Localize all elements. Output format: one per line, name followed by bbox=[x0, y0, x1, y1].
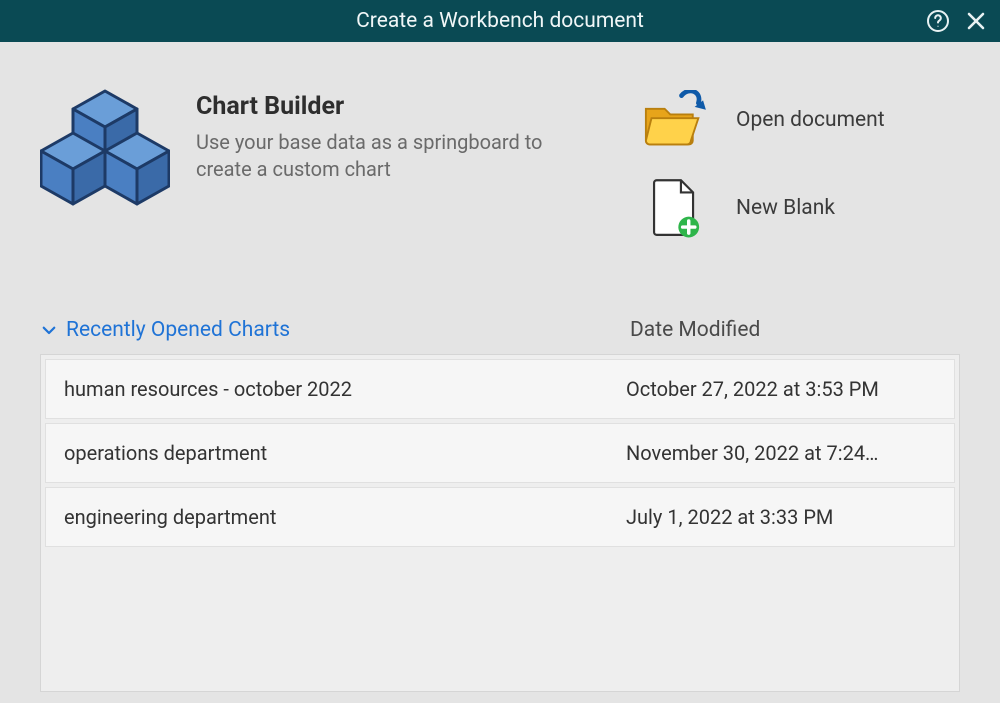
chevron-down-icon bbox=[40, 321, 58, 339]
recent-row[interactable]: operations department November 30, 2022 … bbox=[45, 423, 955, 483]
recent-heading-label: Recently Opened Charts bbox=[66, 318, 290, 342]
recent-section: Recently Opened Charts Date Modified hum… bbox=[40, 318, 960, 692]
hero-section: Chart Builder Use your base data as a sp… bbox=[40, 88, 960, 264]
help-icon[interactable] bbox=[924, 7, 952, 35]
recent-item-date: October 27, 2022 at 3:53 PM bbox=[626, 377, 936, 401]
new-blank-button[interactable]: New Blank bbox=[640, 176, 960, 240]
chart-builder-option[interactable]: Chart Builder Use your base data as a sp… bbox=[40, 88, 600, 208]
recent-toggle[interactable]: Recently Opened Charts bbox=[40, 318, 290, 342]
chart-builder-title: Chart Builder bbox=[196, 92, 556, 121]
recent-item-name: operations department bbox=[64, 441, 626, 465]
cubes-icon bbox=[40, 88, 170, 208]
recent-list: human resources - october 2022 October 2… bbox=[40, 354, 960, 692]
recent-header: Recently Opened Charts Date Modified bbox=[40, 318, 960, 354]
chart-builder-description: Use your base data as a springboard to c… bbox=[196, 129, 556, 183]
folder-open-icon bbox=[640, 88, 708, 152]
dialog-title: Create a Workbench document bbox=[0, 9, 1000, 33]
dialog-body: Chart Builder Use your base data as a sp… bbox=[0, 42, 1000, 692]
recent-row[interactable]: engineering department July 1, 2022 at 3… bbox=[45, 487, 955, 547]
new-blank-label: New Blank bbox=[736, 196, 835, 220]
recent-item-name: engineering department bbox=[64, 505, 626, 529]
close-icon[interactable] bbox=[962, 7, 990, 35]
open-document-label: Open document bbox=[736, 108, 885, 132]
new-blank-document-icon bbox=[640, 176, 708, 240]
title-bar-actions bbox=[924, 0, 990, 42]
secondary-actions: Open document New Blank bbox=[640, 88, 960, 264]
recent-item-date: November 30, 2022 at 7:24… bbox=[626, 441, 936, 465]
open-document-button[interactable]: Open document bbox=[640, 88, 960, 152]
recent-item-name: human resources - october 2022 bbox=[64, 377, 626, 401]
recent-row[interactable]: human resources - october 2022 October 2… bbox=[45, 359, 955, 419]
recent-item-date: July 1, 2022 at 3:33 PM bbox=[626, 505, 936, 529]
chart-builder-text: Chart Builder Use your base data as a sp… bbox=[196, 88, 556, 183]
date-modified-heading: Date Modified bbox=[630, 318, 960, 342]
title-bar: Create a Workbench document bbox=[0, 0, 1000, 42]
